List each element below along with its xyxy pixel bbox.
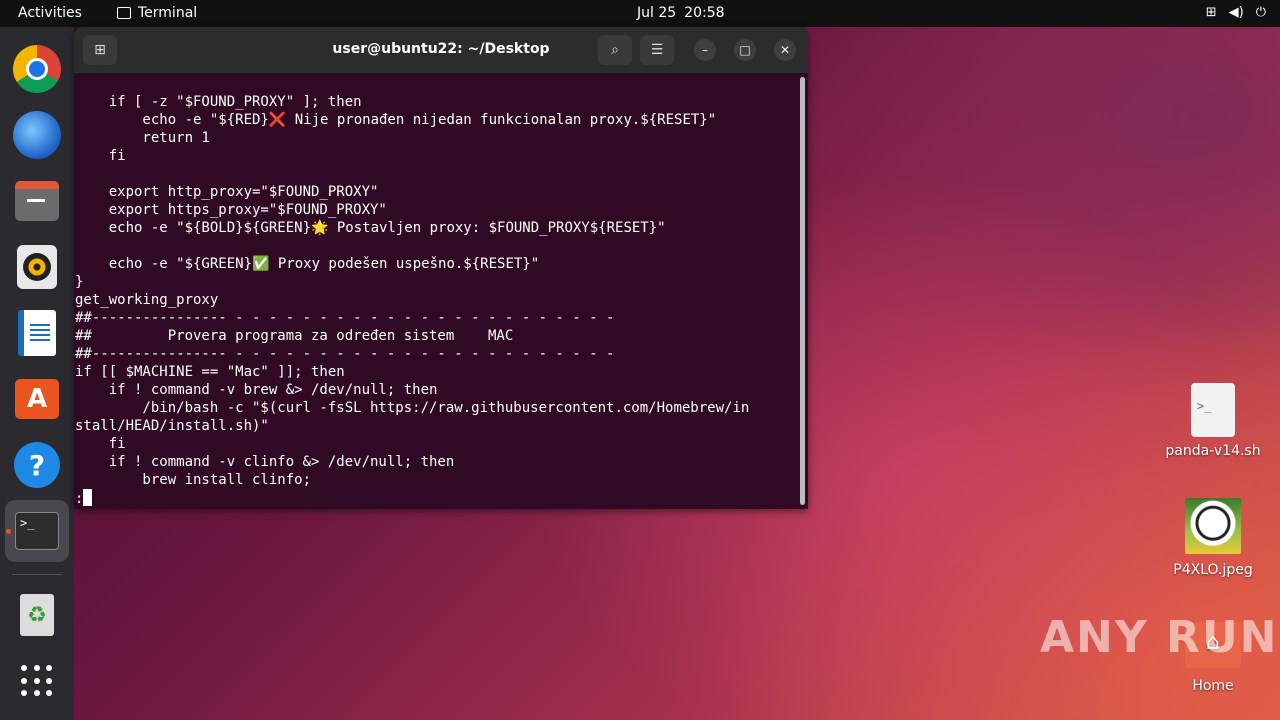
desktop-icon-label: Home bbox=[1192, 678, 1234, 694]
clock[interactable]: Jul 25 20:58 bbox=[637, 5, 725, 21]
desktop-icon-p4xlo-jpeg[interactable]: P4XLO.jpeg bbox=[1163, 498, 1263, 578]
terminal-line: stall/HEAD/install.sh)" bbox=[75, 418, 269, 434]
network-icon: ⊞ bbox=[1205, 5, 1217, 20]
writer-icon bbox=[18, 310, 56, 356]
help-icon: ? bbox=[14, 442, 60, 488]
show-apps-button[interactable] bbox=[13, 657, 61, 705]
dock-thunderbird[interactable] bbox=[13, 111, 61, 159]
dock-help[interactable]: ? bbox=[13, 441, 61, 489]
terminal-line: if ! command -v clinfo &> /dev/null; the… bbox=[75, 454, 455, 470]
terminal-line: if ! command -v brew &> /dev/null; then bbox=[75, 382, 438, 398]
dock-chrome[interactable] bbox=[13, 45, 61, 93]
running-indicator bbox=[6, 529, 11, 534]
dock-files[interactable] bbox=[13, 177, 61, 225]
dock: A ? >_ ♻ bbox=[0, 27, 74, 720]
app-center-icon: A bbox=[15, 379, 59, 419]
minimize-icon: – bbox=[702, 43, 708, 57]
terminal-line: echo -e "${RED}❌ Nije pronađen nijedan f… bbox=[75, 112, 717, 128]
thunderbird-icon bbox=[13, 111, 61, 159]
terminal-line: fi bbox=[75, 436, 126, 452]
dock-trash[interactable]: ♻ bbox=[13, 591, 61, 639]
dock-terminal[interactable]: >_ bbox=[13, 507, 61, 555]
terminal-line: export https_proxy="$FOUND_PROXY" bbox=[75, 202, 387, 218]
terminal-line: export http_proxy="$FOUND_PROXY" bbox=[75, 184, 379, 200]
terminal-line: echo -e "${GREEN}✅ Proxy podešen uspešno… bbox=[75, 256, 540, 272]
rhythmbox-icon bbox=[17, 245, 57, 289]
anyrun-watermark: ANY RUN bbox=[1040, 612, 1279, 663]
show-apps-icon bbox=[21, 665, 53, 697]
terminal-window[interactable]: ⊞ user@ubuntu22: ~/Desktop ⌕ ☰ – □ ✕ if … bbox=[74, 27, 808, 509]
terminal-line: } bbox=[75, 274, 84, 290]
terminal-icon: >_ bbox=[15, 512, 59, 550]
close-icon: ✕ bbox=[779, 43, 791, 57]
terminal-line: ##---------------- - - - - - - - - - - -… bbox=[75, 346, 615, 362]
desktop-icon-label: panda-v14.sh bbox=[1165, 443, 1261, 459]
terminal-icon bbox=[117, 7, 131, 19]
terminal-line: ## Provera programa za određen sistem MA… bbox=[75, 328, 514, 344]
close-button[interactable]: ✕ bbox=[774, 39, 796, 61]
dock-separator bbox=[12, 574, 62, 575]
terminal-titlebar[interactable]: ⊞ user@ubuntu22: ~/Desktop ⌕ ☰ – □ ✕ bbox=[74, 27, 808, 74]
dock-writer[interactable] bbox=[13, 309, 61, 357]
terminal-line: get_working_proxy bbox=[75, 292, 219, 308]
activities-button[interactable]: Activities bbox=[18, 5, 82, 21]
search-button[interactable]: ⌕ bbox=[598, 35, 632, 65]
volume-icon: ◀) bbox=[1228, 5, 1244, 20]
app-name: Terminal bbox=[138, 5, 198, 21]
top-bar: Activities Terminal Jul 25 20:58 ⊞ ◀) ⏻ bbox=[0, 0, 1280, 27]
maximize-button[interactable]: □ bbox=[734, 39, 756, 61]
image-thumbnail-icon bbox=[1185, 498, 1241, 554]
terminal-line: brew install clinfo; bbox=[75, 472, 312, 488]
terminal-line: /bin/bash -c "$(curl -fsSL https://raw.g… bbox=[75, 400, 750, 416]
minimize-button[interactable]: – bbox=[694, 39, 716, 61]
dock-app-center[interactable]: A bbox=[13, 375, 61, 423]
terminal-line: if [ -z "$FOUND_PROXY" ]; then bbox=[75, 94, 362, 110]
desktop-icon-panda-v14-sh[interactable]: >_ panda-v14.sh bbox=[1163, 383, 1263, 459]
trash-icon: ♻ bbox=[20, 594, 54, 636]
terminal-output[interactable]: if [ -z "$FOUND_PROXY" ]; then echo -e "… bbox=[75, 93, 797, 507]
terminal-line: fi bbox=[75, 148, 126, 164]
text-cursor bbox=[83, 489, 93, 506]
files-icon bbox=[15, 181, 59, 221]
script-file-icon: >_ bbox=[1191, 383, 1235, 437]
terminal-line: if [[ $MACHINE == "Mac" ]]; then bbox=[75, 364, 345, 380]
maximize-icon: □ bbox=[739, 43, 751, 57]
terminal-line: echo -e "${BOLD}${GREEN}🌟 Postavljen pro… bbox=[75, 220, 666, 236]
system-tray[interactable]: ⊞ ◀) ⏻ bbox=[1206, 5, 1266, 20]
terminal-line: return 1 bbox=[75, 130, 210, 146]
search-icon: ⌕ bbox=[611, 42, 619, 58]
scrollbar[interactable] bbox=[800, 77, 805, 505]
desktop-icon-label: P4XLO.jpeg bbox=[1173, 562, 1253, 578]
time: 20:58 bbox=[684, 5, 725, 21]
hamburger-icon: ☰ bbox=[650, 42, 664, 58]
app-menu[interactable]: Terminal bbox=[117, 5, 197, 21]
prompt-text: : bbox=[75, 491, 84, 507]
terminal-line: ##---------------- - - - - - - - - - - -… bbox=[75, 310, 615, 326]
dock-rhythmbox[interactable] bbox=[13, 243, 61, 291]
menu-button[interactable]: ☰ bbox=[640, 35, 674, 65]
power-icon: ⏻ bbox=[1255, 5, 1266, 20]
pager-prompt[interactable]: : bbox=[75, 489, 797, 507]
chrome-icon bbox=[13, 45, 61, 93]
date: Jul 25 bbox=[637, 5, 677, 21]
